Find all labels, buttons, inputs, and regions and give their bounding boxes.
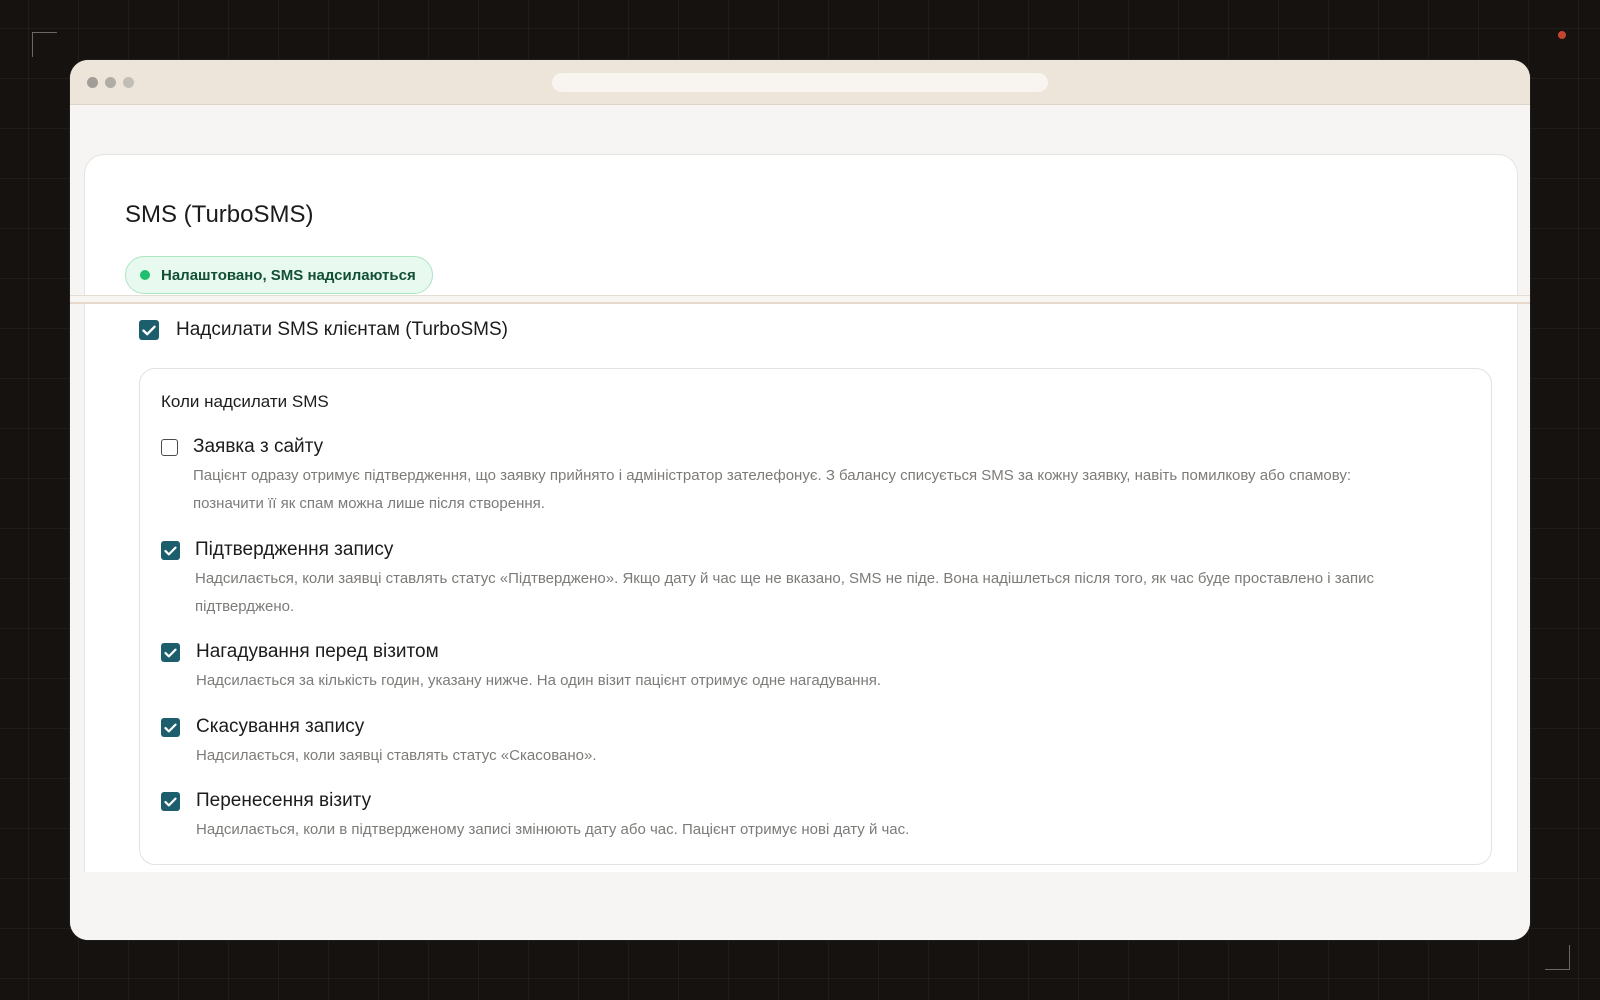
section-divider xyxy=(70,295,1530,304)
option-label-visit-reminder: Нагадування перед візитом xyxy=(196,641,439,662)
window-close-dot[interactable] xyxy=(87,77,98,88)
address-bar[interactable] xyxy=(552,73,1048,92)
status-dot-icon xyxy=(140,270,150,280)
browser-window: SMS (TurboSMS) Налаштовано, SMS надсилаю… xyxy=(70,60,1530,940)
window-maximize-dot[interactable] xyxy=(123,77,134,88)
card-title: SMS (TurboSMS) xyxy=(125,201,314,228)
checkmark-icon xyxy=(164,797,177,806)
option-description-visit-reschedule: Надсилається, коли в підтвердженому запи… xyxy=(196,821,910,838)
window-minimize-dot[interactable] xyxy=(105,77,116,88)
corner-mark-bottom-right xyxy=(1545,945,1570,970)
window-titlebar xyxy=(70,60,1530,105)
red-indicator-dot xyxy=(1558,31,1566,39)
option-description-visit-reminder: Надсилається за кількість годин, указану… xyxy=(196,672,882,689)
option-label-visit-reschedule: Перенесення візиту xyxy=(196,790,372,811)
checkmark-icon xyxy=(164,648,177,657)
option-description-site-request: Пацієнт одразу отримує підтвердження, що… xyxy=(193,467,1352,512)
when-to-send-panel: Коли надсилати SMS Заявка з сайту Пацієн… xyxy=(139,368,1492,865)
checkmark-icon xyxy=(164,723,177,732)
corner-mark-top-left xyxy=(32,32,57,57)
option-checkbox-booking-confirmation[interactable] xyxy=(161,541,180,560)
option-label-booking-confirmation: Підтвердження запису xyxy=(195,539,394,560)
option-checkbox-booking-cancellation[interactable] xyxy=(161,718,180,737)
window-bottom-area xyxy=(70,872,1530,940)
option-checkbox-visit-reschedule[interactable] xyxy=(161,792,180,811)
option-description-booking-cancellation: Надсилається, коли заявці ставлять стату… xyxy=(196,747,597,764)
status-badge: Налаштовано, SMS надсилаються xyxy=(125,256,433,294)
checkmark-icon xyxy=(164,546,177,555)
option-checkbox-site-request[interactable] xyxy=(161,439,178,456)
status-text: Налаштовано, SMS надсилаються xyxy=(161,266,416,284)
checkmark-icon xyxy=(142,325,156,335)
option-checkbox-visit-reminder[interactable] xyxy=(161,643,180,662)
when-to-send-title: Коли надсилати SMS xyxy=(161,392,329,411)
enable-sms-checkbox[interactable] xyxy=(139,320,159,340)
option-label-booking-cancellation: Скасування запису xyxy=(196,716,365,737)
option-description-booking-confirmation: Надсилається, коли заявці ставлять стату… xyxy=(195,570,1375,615)
option-label-site-request: Заявка з сайту xyxy=(193,436,324,457)
